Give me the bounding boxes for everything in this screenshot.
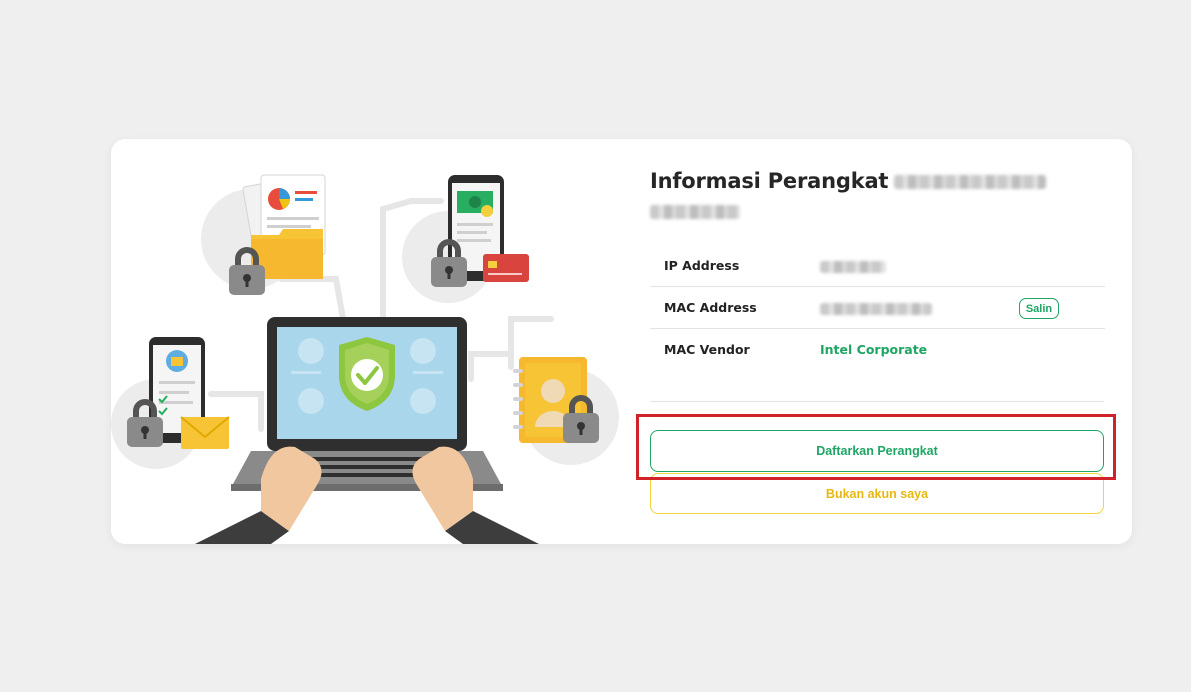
mac-address-value [820,300,932,315]
credit-card-icon [483,254,529,282]
ip-address-label: IP Address [664,258,740,273]
ip-address-value [820,258,886,273]
envelope-icon [180,416,230,449]
divider [650,401,1104,402]
copy-mac-button[interactable]: Salin [1019,298,1059,319]
device-security-illustration [111,174,619,544]
mac-address-label: MAC Address [664,300,757,315]
info-row-mac-vendor: MAC Vendor Intel Corporate [650,329,1105,370]
info-row-mac-address: MAC Address Salin [650,287,1105,329]
register-device-button[interactable]: Daftarkan Perangkat [650,430,1104,472]
redacted-ip-address [820,260,886,273]
page-title: Informasi Perangkat [650,169,889,193]
device-info-panel: Informasi Perangkat IP Address MAC Addre… [650,167,1105,370]
redacted-mac-address [820,302,932,315]
device-info-card: Informasi Perangkat IP Address MAC Addre… [111,139,1132,544]
not-my-account-button[interactable]: Bukan akun saya [650,473,1104,514]
device-info-table: IP Address MAC Address Salin MAC Vendor … [650,245,1105,370]
info-row-ip-address: IP Address [650,245,1105,287]
mac-vendor-label: MAC Vendor [664,342,750,357]
redacted-device-name-line2 [650,205,740,219]
redacted-device-name [894,175,1047,189]
mac-vendor-value: Intel Corporate [820,342,928,357]
